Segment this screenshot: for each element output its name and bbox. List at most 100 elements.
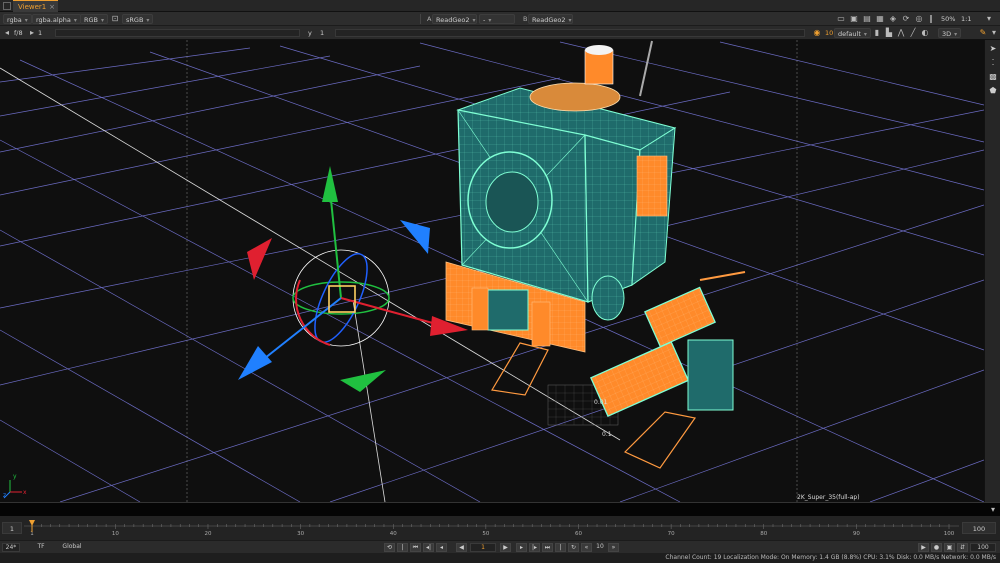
dome bbox=[529, 82, 621, 112]
viewer-lut-dropdown[interactable]: sRGB bbox=[122, 14, 154, 24]
timeline-tick-label: 20 bbox=[204, 531, 211, 536]
timeline-tick-label: 40 bbox=[390, 531, 397, 536]
lock-icon[interactable]: ▮ bbox=[872, 28, 882, 38]
compare-mode-dropdown[interactable]: - bbox=[479, 14, 515, 24]
cache-icon[interactable]: ▣ bbox=[944, 543, 955, 552]
wireframe-icon[interactable]: ╱ bbox=[908, 28, 918, 38]
gain-slider[interactable] bbox=[55, 29, 300, 37]
record-icon[interactable]: ● bbox=[931, 543, 942, 552]
refresh-icon[interactable]: ⟳ bbox=[901, 14, 911, 24]
timeline: 1 1 10 20 30 40 50 60 70 80 90 100 100 bbox=[0, 516, 1000, 540]
timeline-tick-label: 60 bbox=[575, 531, 582, 536]
shaded-icon[interactable]: ◐ bbox=[920, 28, 930, 38]
play-backward-icon[interactable]: ◀ bbox=[456, 543, 467, 552]
pencil-icon[interactable]: ✎ bbox=[978, 28, 988, 38]
divider bbox=[420, 14, 421, 24]
side-vent bbox=[636, 155, 668, 217]
input-b-dropdown[interactable]: ReadGeo2 bbox=[528, 14, 573, 24]
bounce-icon[interactable]: ⟲ bbox=[384, 543, 395, 552]
loop-icon[interactable]: ↻ bbox=[568, 543, 579, 552]
settings-icon[interactable]: ⇵ bbox=[957, 543, 968, 552]
zoom-level[interactable]: 50% bbox=[938, 14, 958, 24]
camera-dropdown[interactable]: default bbox=[834, 28, 871, 38]
fps-field[interactable]: 24* bbox=[2, 543, 20, 552]
axis-y-label: y bbox=[13, 473, 17, 480]
mask-icon[interactable]: ▦ bbox=[875, 14, 885, 24]
timeline-tick-label: 50 bbox=[482, 531, 489, 536]
transform-gizmo bbox=[238, 166, 468, 392]
step-back-icon[interactable]: ◂ bbox=[436, 543, 447, 552]
lighting-icon[interactable]: ⋀ bbox=[896, 28, 906, 38]
select-vertex-icon[interactable]: ⁚ bbox=[988, 58, 998, 68]
pause-render-icon[interactable]: ‖ bbox=[926, 14, 936, 24]
format-label: 2K_Super_35(full-ap) bbox=[797, 494, 860, 501]
render-icon[interactable]: ▙ bbox=[884, 28, 894, 38]
view-mode-dropdown[interactable]: 3D bbox=[938, 28, 962, 38]
tab-bar: Viewer1 × bbox=[0, 0, 1000, 12]
chimney bbox=[584, 49, 614, 85]
in-point-field[interactable]: 1 bbox=[2, 522, 22, 534]
chevron-down-icon[interactable]: ▾ bbox=[988, 505, 998, 515]
timeline-tick-label: 100 bbox=[944, 531, 955, 536]
scene-canvas[interactable] bbox=[0, 40, 984, 502]
chevron-down-icon[interactable]: ▾ bbox=[984, 14, 994, 24]
timeline-tick-label: 90 bbox=[853, 531, 860, 536]
in-marker-icon[interactable]: | bbox=[397, 543, 408, 552]
viewer-3d-viewport[interactable]: 0.01 0.1 2K_Super_35(full-ap) y x z bbox=[0, 40, 984, 502]
gain-value[interactable]: 1 bbox=[35, 28, 45, 38]
out-marker-icon[interactable]: | bbox=[555, 543, 566, 552]
right-foot bbox=[623, 411, 697, 469]
speaker-small bbox=[591, 275, 625, 321]
current-frame-field[interactable]: 1 bbox=[470, 543, 496, 552]
go-to-end-icon[interactable]: ⏭ bbox=[542, 543, 553, 552]
alpha-channel-dropdown[interactable]: rgba.alpha bbox=[32, 14, 81, 24]
base-panel bbox=[487, 289, 529, 331]
tab-viewer1[interactable]: Viewer1 × bbox=[13, 0, 58, 12]
select-arrow-icon[interactable]: ➤ bbox=[988, 44, 998, 54]
end-frame-field[interactable]: 100 bbox=[970, 543, 996, 552]
select-object-icon[interactable]: ⬟ bbox=[988, 86, 998, 96]
step-size-field[interactable]: 10 bbox=[594, 543, 606, 552]
gamma-value[interactable]: 1 bbox=[317, 28, 327, 38]
viewer-info-bar: ▾ bbox=[0, 502, 1000, 516]
pause-icon[interactable]: ◈ bbox=[888, 14, 898, 24]
gamma-label: y bbox=[308, 29, 312, 37]
viewer-toolbar-top: rgba rgba.alpha RGB ⊡ sRGB A ReadGeo2 - … bbox=[0, 12, 1000, 26]
prev-keyframe-icon[interactable]: ◂| bbox=[423, 543, 434, 552]
timecode-format-dropdown[interactable]: TF bbox=[32, 543, 50, 552]
range-scope-dropdown[interactable]: Global bbox=[54, 543, 90, 552]
pixel-ratio[interactable]: 1:1 bbox=[958, 14, 974, 24]
tab-label: Viewer1 bbox=[18, 3, 47, 11]
select-face-icon[interactable]: ▩ bbox=[988, 72, 998, 82]
playback-controls: 24* TF Global ⟲ | ⏮ ◂| ◂ ◀ 1 ▶ ▸ |▸ ⏭ | … bbox=[0, 540, 1000, 553]
roi-icon[interactable]: ▭ bbox=[836, 14, 846, 24]
antenna bbox=[639, 40, 653, 97]
next-keyframe-icon[interactable]: |▸ bbox=[529, 543, 540, 552]
step-forward-icon[interactable]: ▸ bbox=[516, 543, 527, 552]
play-forward-icon[interactable]: ▶ bbox=[500, 543, 511, 552]
rotate-handle-green bbox=[340, 370, 386, 392]
out-point-field[interactable]: 100 bbox=[962, 522, 996, 534]
skip-forward-icon[interactable]: » bbox=[608, 543, 619, 552]
uv-label-1: 0.01 bbox=[594, 399, 608, 406]
skip-back-icon[interactable]: « bbox=[581, 543, 592, 552]
axis-x-label: x bbox=[23, 489, 27, 496]
fstop-value[interactable]: f/8 bbox=[11, 28, 26, 38]
timeline-tick-label: 80 bbox=[760, 531, 767, 536]
go-to-start-icon[interactable]: ⏮ bbox=[410, 543, 421, 552]
timeline-ruler[interactable]: 1 10 20 30 40 50 60 70 80 90 100 bbox=[24, 520, 959, 536]
gpu-icon[interactable]: ◎ bbox=[914, 14, 924, 24]
channels-dropdown[interactable]: rgba bbox=[3, 14, 32, 24]
display-colorspace-dropdown[interactable]: RGB bbox=[80, 14, 109, 24]
frame-hold-icon[interactable]: ◉ bbox=[812, 28, 822, 38]
timeline-tick-label: 70 bbox=[668, 531, 675, 536]
gamma-slider[interactable] bbox=[335, 29, 805, 37]
viewer-tool-strip: ➤ ⁚ ▩ ⬟ bbox=[984, 40, 1000, 502]
flipbook-icon[interactable]: ▶ bbox=[918, 543, 929, 552]
chevron-down-icon[interactable]: ▾ bbox=[989, 28, 999, 38]
input-a-dropdown[interactable]: ReadGeo2 bbox=[432, 14, 477, 24]
proxy-icon[interactable]: ▤ bbox=[862, 14, 872, 24]
ip-icon[interactable]: ⊡ bbox=[110, 14, 120, 24]
clipping-warning-icon[interactable]: ▣ bbox=[849, 14, 859, 24]
pane-menu-icon[interactable] bbox=[3, 2, 11, 10]
